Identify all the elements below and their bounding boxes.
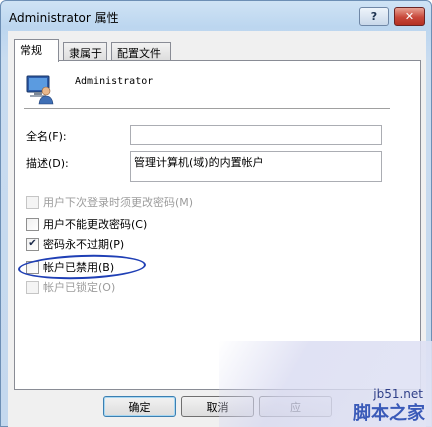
checkbox-box[interactable] (26, 195, 39, 209)
full-name-label: 全名(F): (26, 130, 67, 143)
checkbox-password-never-expires[interactable]: ✔ 密码永不过期(P) (26, 236, 124, 252)
properties-window: Administrator 属性 ? ✕ 常规 隶属于 配置文件 Adminis… (0, 0, 432, 427)
checkbox-account-locked[interactable]: 帐户已锁定(O) (26, 279, 115, 295)
full-name-field[interactable] (130, 125, 382, 145)
checkbox-label: 帐户已锁定(O) (43, 281, 116, 294)
checkbox-box[interactable] (26, 280, 39, 294)
help-button[interactable]: ? (359, 7, 389, 26)
description-label: 描述(D): (26, 157, 69, 170)
checkbox-label: 密码永不过期(P) (43, 238, 125, 251)
tab-general[interactable]: 常规 (14, 39, 59, 62)
user-name: Administrator (75, 76, 154, 87)
window-title: Administrator 属性 (9, 11, 119, 25)
tab-member-of[interactable]: 隶属于 (63, 42, 107, 61)
watermark-site-name: 脚本之家 (353, 403, 425, 424)
close-button[interactable]: ✕ (394, 7, 425, 26)
checkbox-must-change-password[interactable]: 用户下次登录时须更改密码(M) (26, 194, 193, 210)
ok-button[interactable]: 确定 (103, 396, 176, 417)
separator (24, 108, 390, 110)
tab-profile[interactable]: 配置文件 (111, 42, 171, 61)
user-computer-icon (26, 75, 54, 105)
checkmark-icon[interactable]: ✔ (26, 237, 39, 251)
checkbox-label: 用户不能更改密码(C) (43, 218, 148, 231)
checkbox-cannot-change-password[interactable]: 用户不能更改密码(C) (26, 216, 147, 232)
description-field[interactable]: 管理计算机(域)的内置帐户 (130, 151, 382, 182)
checkbox-box[interactable] (26, 217, 39, 231)
title-bar[interactable]: Administrator 属性 ? ✕ (1, 1, 431, 31)
checkbox-label: 用户下次登录时须更改密码(M) (43, 196, 194, 209)
